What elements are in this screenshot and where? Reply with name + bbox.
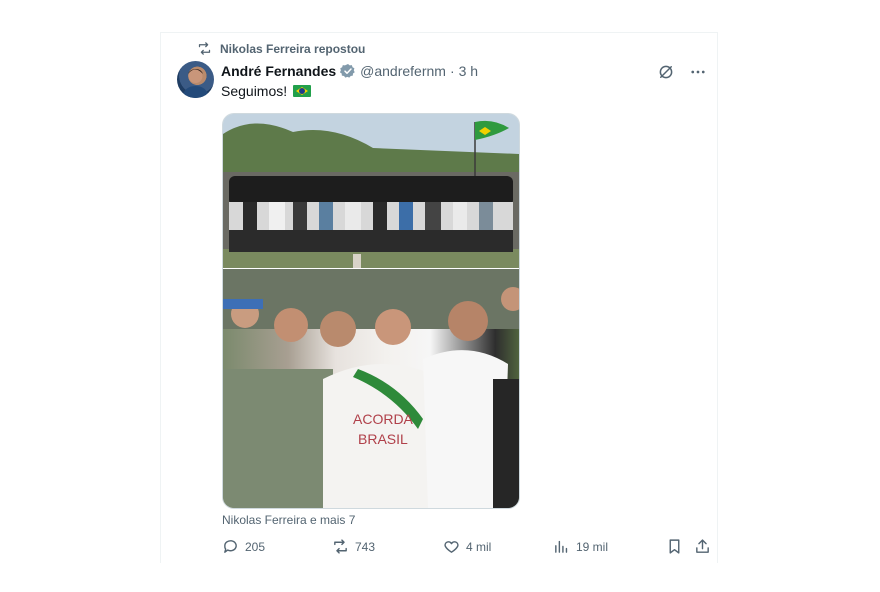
svg-text:BRASIL: BRASIL	[358, 431, 408, 447]
photo-crowd-road[interactable]	[223, 114, 519, 268]
separator-dot: ·	[449, 63, 455, 79]
like-button[interactable]: 4 mil	[443, 538, 491, 555]
repost-indicator: Nikolas Ferreira repostou	[197, 41, 365, 56]
share-icon	[696, 539, 709, 553]
bookmark-button[interactable]	[666, 538, 683, 555]
views-icon	[555, 540, 568, 553]
tweet-media[interactable]: ACORDA BRASIL	[222, 113, 520, 509]
post-time[interactable]: 3 h	[459, 63, 478, 79]
action-bar: 205 743 4 mil 19 mil	[222, 538, 710, 558]
brazil-flag-icon	[293, 85, 312, 97]
more-options-icon[interactable]	[689, 63, 707, 81]
views-button[interactable]: 19 mil	[553, 538, 608, 555]
author-handle[interactable]: @andrefernm	[360, 63, 446, 79]
repost-count: 743	[355, 539, 376, 554]
views-count: 19 mil	[576, 539, 609, 554]
like-count: 4 mil	[466, 539, 492, 554]
tweet-text: Seguimos!	[221, 83, 312, 99]
share-button[interactable]	[694, 538, 711, 555]
top-actions	[657, 63, 707, 81]
reply-icon	[224, 540, 237, 553]
repost-button[interactable]: 743	[332, 538, 375, 555]
reply-button[interactable]: 205	[222, 538, 265, 555]
heart-icon	[444, 541, 459, 553]
author-name[interactable]: André Fernandes	[221, 63, 336, 79]
repost-icon	[198, 42, 211, 55]
media-tags[interactable]: Nikolas Ferreira e mais 7	[222, 513, 355, 527]
repost-action-icon	[334, 539, 347, 554]
tweet-card[interactable]: Nikolas Ferreira repostou André Fernande…	[160, 32, 718, 563]
bookmark-icon	[669, 539, 680, 554]
photo-marchers-closeup[interactable]: ACORDA BRASIL	[223, 269, 519, 508]
avatar[interactable]	[177, 61, 214, 98]
grok-icon[interactable]	[657, 63, 675, 81]
tweet-body: Seguimos!	[221, 83, 288, 99]
tweet-header: André Fernandes @andrefernm · 3 h	[221, 63, 478, 79]
verified-badge-icon	[340, 64, 355, 78]
repost-label[interactable]: Nikolas Ferreira repostou	[220, 42, 365, 56]
reply-count: 205	[245, 539, 266, 554]
svg-text:ACORDA: ACORDA	[353, 411, 414, 427]
